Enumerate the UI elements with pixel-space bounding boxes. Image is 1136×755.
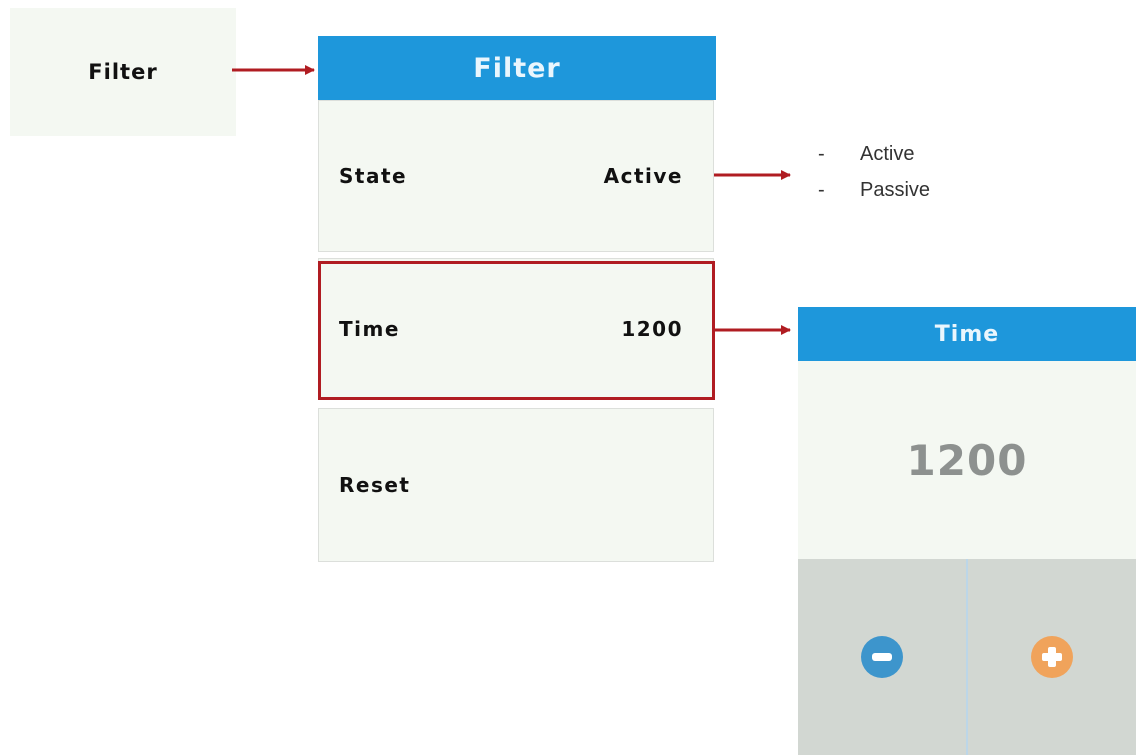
flow-arrows bbox=[232, 65, 791, 335]
